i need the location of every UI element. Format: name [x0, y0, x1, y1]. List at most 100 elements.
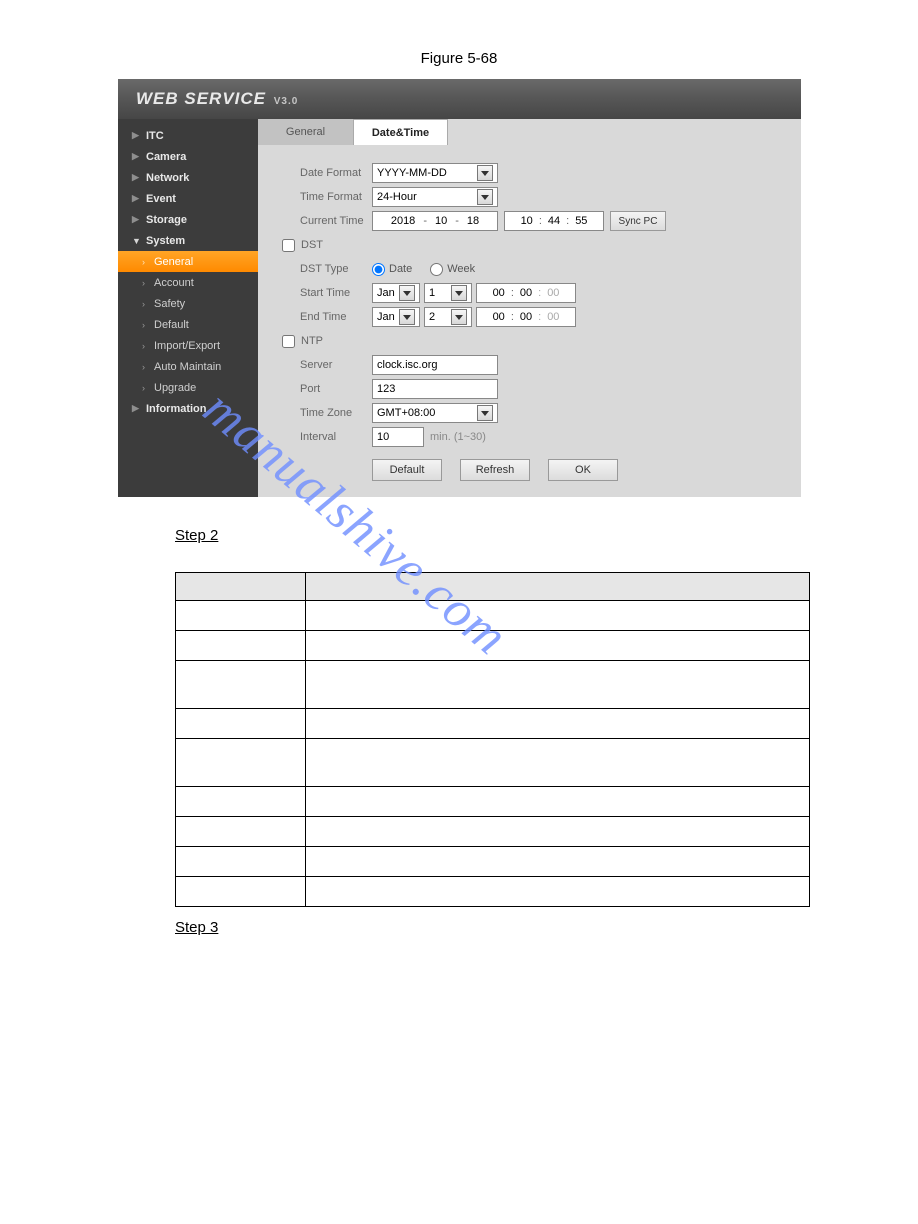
chevron-down-icon	[477, 189, 493, 205]
sidebar-sub-label: Upgrade	[154, 382, 196, 394]
table-header	[176, 573, 306, 601]
time-format-select[interactable]: 24-Hour	[372, 187, 498, 207]
sidebar-sub-safety[interactable]: ›Safety	[118, 293, 258, 314]
sidebar-sub-general[interactable]: ›General	[118, 251, 258, 272]
tab-general[interactable]: General	[258, 119, 353, 145]
server-input[interactable]: clock.isc.org	[372, 355, 498, 375]
sidebar-item-information[interactable]: ▶Information	[118, 398, 258, 419]
port-input[interactable]: 123	[372, 379, 498, 399]
sidebar-item-camera[interactable]: ▶Camera	[118, 146, 258, 167]
end-time-input[interactable]: 00: 00: 00	[476, 307, 576, 327]
year-value: 2018	[391, 215, 415, 227]
end-month-select[interactable]: Jan	[372, 307, 420, 327]
date-format-label: Date Format	[282, 167, 372, 179]
table-cell	[306, 817, 810, 847]
sidebar-sub-label: Account	[154, 277, 194, 289]
table-cell	[176, 601, 306, 631]
sidebar-label: ITC	[146, 130, 164, 142]
m-value: 00	[520, 287, 532, 299]
sidebar-item-system[interactable]: ▼System	[118, 230, 258, 251]
sidebar-sub-upgrade[interactable]: ›Upgrade	[118, 377, 258, 398]
interval-input[interactable]: 10	[372, 427, 424, 447]
dst-label: DST	[301, 239, 323, 251]
dst-type-date-radio[interactable]: Date	[372, 263, 412, 276]
time-format-value: 24-Hour	[377, 191, 473, 203]
sidebar-item-network[interactable]: ▶Network	[118, 167, 258, 188]
table-cell	[176, 739, 306, 787]
table-cell	[306, 661, 810, 709]
start-time-input[interactable]: 00: 00: 00	[476, 283, 576, 303]
day-value: 18	[467, 215, 479, 227]
step-3-heading: Step 3	[175, 919, 918, 936]
chevron-down-icon	[399, 309, 415, 325]
sidebar-sub-label: General	[154, 256, 193, 268]
start-month-select[interactable]: Jan	[372, 283, 420, 303]
sidebar-sub-auto-maintain[interactable]: ›Auto Maintain	[118, 356, 258, 377]
table-cell	[306, 601, 810, 631]
chevron-down-icon	[451, 309, 467, 325]
table-cell	[176, 631, 306, 661]
settings-panel: Date Format YYYY-MM-DD Time Format 24-Ho…	[258, 145, 801, 497]
table-cell	[306, 847, 810, 877]
ok-button[interactable]: OK	[548, 459, 618, 481]
default-button[interactable]: Default	[372, 459, 442, 481]
month-value: 10	[435, 215, 447, 227]
table-cell	[306, 631, 810, 661]
table-cell	[306, 787, 810, 817]
end-time-label: End Time	[282, 311, 372, 323]
radio-label: Date	[389, 263, 412, 275]
ntp-label: NTP	[301, 335, 323, 347]
end-day-select[interactable]: 2	[424, 307, 472, 327]
sidebar-label: Storage	[146, 214, 187, 226]
sidebar-label: Camera	[146, 151, 186, 163]
table-cell	[176, 847, 306, 877]
tab-date-time[interactable]: Date&Time	[353, 119, 448, 145]
table-cell	[306, 709, 810, 739]
sidebar-item-event[interactable]: ▶Event	[118, 188, 258, 209]
sidebar-label: Information	[146, 403, 207, 415]
select-value: Jan	[377, 287, 395, 299]
sidebar-label: Event	[146, 193, 176, 205]
sidebar: ▶ITC ▶Camera ▶Network ▶Event ▶Storage ▼S…	[118, 119, 258, 497]
select-value: GMT+08:00	[377, 407, 473, 419]
chevron-down-icon	[399, 285, 415, 301]
sidebar-sub-label: Import/Export	[154, 340, 220, 352]
refresh-button[interactable]: Refresh	[460, 459, 530, 481]
sidebar-label: System	[146, 235, 185, 247]
date-format-value: YYYY-MM-DD	[377, 167, 473, 179]
time-format-label: Time Format	[282, 191, 372, 203]
current-date-input[interactable]: 2018- 10- 18	[372, 211, 498, 231]
h-value: 00	[493, 287, 505, 299]
current-time-input[interactable]: 10: 44: 55	[504, 211, 604, 231]
s-value: 00	[547, 311, 559, 323]
table-cell	[176, 817, 306, 847]
sidebar-sub-label: Default	[154, 319, 189, 331]
tab-bar: General Date&Time	[258, 119, 801, 145]
sync-pc-button[interactable]: Sync PC	[610, 211, 666, 231]
radio-label: Week	[447, 263, 475, 275]
dst-type-week-radio[interactable]: Week	[430, 263, 475, 276]
app-window: WEB SERVICE V3.0 ▶ITC ▶Camera ▶Network ▶…	[118, 79, 801, 497]
port-label: Port	[282, 383, 372, 395]
sidebar-sub-account[interactable]: ›Account	[118, 272, 258, 293]
s-value: 00	[547, 287, 559, 299]
select-value: 1	[429, 287, 447, 299]
start-day-select[interactable]: 1	[424, 283, 472, 303]
logo-text: WEB SERVICE	[136, 89, 266, 108]
ntp-checkbox[interactable]	[282, 335, 295, 348]
sidebar-sub-import-export[interactable]: ›Import/Export	[118, 335, 258, 356]
server-label: Server	[282, 359, 372, 371]
table-cell	[176, 877, 306, 907]
figure-caption: Figure 5-68	[0, 50, 918, 67]
sidebar-label: Network	[146, 172, 189, 184]
input-value: clock.isc.org	[377, 359, 438, 371]
table-header	[306, 573, 810, 601]
time-zone-select[interactable]: GMT+08:00	[372, 403, 498, 423]
sidebar-item-storage[interactable]: ▶Storage	[118, 209, 258, 230]
sidebar-sub-label: Auto Maintain	[154, 361, 221, 373]
dst-checkbox[interactable]	[282, 239, 295, 252]
app-logo: WEB SERVICE V3.0	[136, 89, 298, 109]
sidebar-sub-default[interactable]: ›Default	[118, 314, 258, 335]
sidebar-item-itc[interactable]: ▶ITC	[118, 125, 258, 146]
date-format-select[interactable]: YYYY-MM-DD	[372, 163, 498, 183]
